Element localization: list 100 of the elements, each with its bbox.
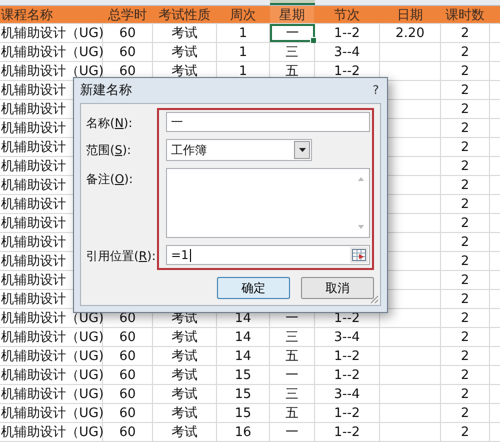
table-cell: 3--4 (334, 386, 360, 402)
column-header: 考试性质 (153, 6, 217, 23)
table-cell: 60 (119, 26, 136, 40)
table-cell-text: 机辅助设计 (1, 177, 66, 194)
table-cell: 60 (119, 386, 136, 402)
table-cell: 2 (460, 120, 470, 136)
table-cell: 2 (460, 178, 470, 192)
table-cell-text: 考试 (172, 386, 198, 403)
table-cell: 60 (119, 330, 136, 344)
table-cell-text: 三 (286, 386, 298, 403)
table-cell-text: 一 (286, 367, 298, 384)
table-cell: 2 (460, 272, 470, 288)
table-cell: 2 (460, 64, 470, 78)
table-cell-text: 机辅助设计 (1, 139, 66, 156)
table-cell: 60 (119, 368, 136, 382)
table-cell-text: 机辅助设计（UG) (1, 63, 104, 80)
table-cell: 14 (234, 330, 252, 344)
table-cell: 60 (119, 44, 136, 60)
table-cell-text: 机辅助设计（UG) (1, 348, 104, 365)
table-cell-text: 机辅助设计（UG) (1, 25, 104, 42)
range-picker-button[interactable] (350, 247, 368, 263)
table-cell: 2 (460, 386, 470, 402)
table-cell: 14 (234, 310, 252, 326)
table-cell-text: 考试 (172, 63, 198, 80)
table-cell: 1 (238, 44, 248, 60)
table-cell-text: 机辅助设计 (1, 82, 66, 99)
table-cell: 15 (234, 406, 252, 420)
table-cell: 1--2 (334, 348, 360, 364)
table-cell-text: 机辅助设计（UG) (1, 386, 104, 403)
table-cell-text: 机辅助设计 (1, 196, 66, 213)
table-cell-text: 考试 (172, 25, 198, 42)
dialog-button[interactable]: 取消 (301, 277, 374, 299)
table-cell: 60 (119, 424, 136, 440)
help-button[interactable]: ? (372, 83, 379, 97)
dialog-title: 新建名称 (80, 82, 132, 99)
table-cell: 2 (460, 424, 470, 440)
table-cell-text: 五 (286, 63, 298, 80)
table-cell: 3--4 (334, 330, 360, 344)
table-cell-text: 一 (286, 25, 299, 42)
table-cell: 2 (460, 348, 470, 364)
table-cell: 1--2 (334, 64, 360, 78)
table-cell: 2 (460, 44, 470, 60)
table-cell: 2 (460, 140, 470, 154)
table-cell: 2 (460, 292, 470, 306)
table-cell-text: 机辅助设计（UG) (1, 329, 104, 346)
table-cell: 2 (460, 254, 470, 268)
table-cell-text: 三 (286, 329, 298, 346)
table-cell-text: 考试 (172, 367, 198, 384)
table-cell: 2 (460, 330, 470, 344)
table-cell: 3--4 (334, 44, 360, 60)
table-cell-text: 考试 (172, 405, 198, 422)
dialog-button[interactable]: 确定 (217, 277, 290, 299)
table-cell: 15 (234, 368, 252, 382)
comment-field[interactable] (166, 168, 370, 238)
column-header: 星期 (270, 6, 315, 23)
scope-dropdown[interactable]: 工作簿 (166, 139, 312, 161)
field-label: 备注(O): (86, 171, 134, 188)
table-cell: 1 (238, 26, 248, 40)
reference-field[interactable]: =1 (166, 245, 370, 265)
table-cell-text: 三 (286, 44, 298, 61)
table-cell: 16 (234, 424, 252, 440)
table-cell-text: 机辅助设计 (1, 215, 66, 232)
name-field[interactable]: 一 (166, 112, 370, 132)
table-cell: 2 (460, 216, 470, 230)
table-cell: 1--2 (334, 406, 360, 420)
table-cell: 1 (238, 64, 248, 78)
field-label: 名称(N): (86, 115, 134, 132)
table-cell-text: 机辅助设计 (1, 120, 66, 137)
column-header: 课时数 (441, 6, 490, 23)
table-cell: 15 (234, 386, 252, 402)
table-cell-text: 机辅助设计（UG) (1, 424, 104, 441)
table-cell-text: 机辅助设计 (1, 253, 66, 270)
resize-grip-icon (370, 295, 379, 304)
table-cell: 60 (119, 406, 136, 420)
table-cell-text: 机辅助设计 (1, 101, 66, 118)
scroll-down-icon[interactable] (358, 225, 364, 229)
table-cell: 2 (460, 102, 470, 116)
table-cell: 2 (460, 196, 470, 212)
table-cell: 2 (460, 158, 470, 174)
table-cell: 2 (460, 82, 470, 98)
table-cell: 60 (119, 348, 136, 364)
table-cell: 60 (119, 64, 136, 78)
table-cell-text: 机辅助设计 (1, 158, 66, 175)
dropdown-arrow-icon (298, 148, 306, 152)
table-cell-text: 五 (286, 405, 298, 422)
table-cell-text: 机辅助设计（UG) (1, 44, 104, 61)
table-cell: 2 (460, 26, 470, 40)
table-cell-text: 机辅助设计 (1, 272, 66, 289)
table-cell: 1--2 (334, 26, 360, 40)
table-cell-text: 考试 (172, 329, 198, 346)
field-label: 引用位置(R): (86, 248, 157, 265)
table-cell-text: 机辅助设计（UG) (1, 367, 104, 384)
table-cell-text: 一 (286, 424, 298, 441)
table-cell-text: 一 (286, 310, 298, 327)
column-header: 课程名称 (0, 6, 103, 23)
table-cell: 2 (460, 310, 470, 326)
scroll-up-icon[interactable] (358, 177, 364, 181)
table-cell: 1--2 (334, 424, 360, 440)
field-label: 范围(S): (86, 142, 132, 159)
column-header: 节次 (315, 6, 380, 23)
